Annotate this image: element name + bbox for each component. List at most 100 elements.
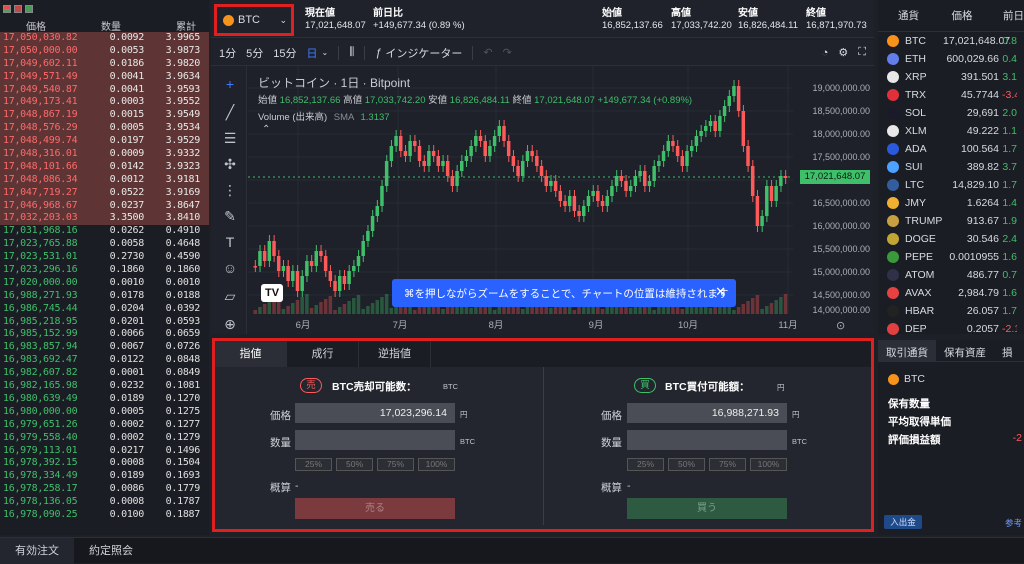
ask-row[interactable]: 17,048,576.29 0.0005 3.9534 bbox=[0, 122, 209, 136]
buy-pct-25[interactable]: 25% bbox=[627, 458, 664, 471]
settings-gear-icon[interactable]: ⚙ bbox=[838, 46, 848, 59]
sell-qty-input[interactable] bbox=[295, 430, 455, 450]
emoji-icon[interactable]: ☺ bbox=[222, 260, 238, 276]
ask-row[interactable]: 17,048,086.34 0.0012 3.9181 bbox=[0, 173, 209, 187]
ask-row[interactable]: 17,046,968.67 0.0237 3.8647 bbox=[0, 199, 209, 213]
coin-row-pepe[interactable]: PEPE 0.0010955 1.6 bbox=[878, 248, 1024, 266]
ask-row[interactable]: 17,049,540.87 0.0041 3.9593 bbox=[0, 83, 209, 97]
coin-row-atom[interactable]: ATOM 486.77 0.7 bbox=[878, 266, 1024, 284]
bid-row[interactable]: 16,978,334.49 0.0189 0.1693 bbox=[0, 470, 209, 483]
asks-view-icon[interactable] bbox=[14, 5, 22, 13]
ask-row[interactable]: 17,048,867.19 0.0015 3.9549 bbox=[0, 109, 209, 123]
indicator-button[interactable]: インジケーター bbox=[385, 45, 462, 61]
ask-row[interactable]: 17,050,030.82 0.0092 3.9965 bbox=[0, 32, 209, 45]
close-icon[interactable]: ✕ bbox=[715, 284, 726, 300]
tab-stop[interactable]: 逆指値 bbox=[359, 341, 431, 367]
snapshot-icon[interactable]: ◔ bbox=[822, 47, 829, 59]
bid-row[interactable]: 17,020,000.00 0.0010 0.0010 bbox=[0, 277, 209, 290]
sell-pct-100[interactable]: 100% bbox=[418, 458, 455, 471]
coin-row-hbar[interactable]: HBAR 26.057 1.7 bbox=[878, 302, 1024, 320]
bid-row[interactable]: 16,985,218.95 0.0201 0.0593 bbox=[0, 316, 209, 329]
sell-pct-25[interactable]: 25% bbox=[295, 458, 332, 471]
interval-chevron-icon[interactable]: ⌄ bbox=[322, 48, 329, 57]
coin-row-avax[interactable]: AVAX 2,984.79 1.6 bbox=[878, 284, 1024, 302]
ask-row[interactable]: 17,048,499.74 0.0197 3.9529 bbox=[0, 135, 209, 149]
reference-link[interactable]: 参考 bbox=[1005, 517, 1022, 529]
bid-row[interactable]: 16,983,692.47 0.0122 0.0848 bbox=[0, 354, 209, 367]
buy-qty-input[interactable] bbox=[627, 430, 787, 450]
tab-open-orders[interactable]: 有効注文 bbox=[0, 538, 74, 564]
sell-pct-50[interactable]: 50% bbox=[336, 458, 373, 471]
coin-row-trump[interactable]: TRUMP 913.67 1.9 bbox=[878, 212, 1024, 230]
bid-row[interactable]: 16,980,639.49 0.0189 0.1270 bbox=[0, 393, 209, 406]
pattern-icon[interactable]: ✣ bbox=[222, 156, 238, 172]
sell-price-input[interactable]: 17,023,296.14 bbox=[295, 403, 455, 423]
tab-market[interactable]: 成行 bbox=[287, 341, 359, 367]
tab-holdings[interactable]: 保有資産 bbox=[936, 340, 994, 361]
bid-row[interactable]: 17,031,968.16 0.0262 0.4910 bbox=[0, 225, 209, 238]
coin-row-eth[interactable]: ETH 600,029.66 0.4 bbox=[878, 50, 1024, 68]
buy-pct-75[interactable]: 75% bbox=[709, 458, 746, 471]
coin-row-sui[interactable]: SUI 389.82 3.7 bbox=[878, 158, 1024, 176]
coin-row-xrp[interactable]: XRP 391.501 3.1 bbox=[878, 68, 1024, 86]
interval-1m[interactable]: 1分 bbox=[219, 45, 236, 61]
zoom-in-icon[interactable]: ⊕ bbox=[222, 316, 238, 332]
redo-icon[interactable]: ↷ bbox=[503, 46, 512, 59]
bid-row[interactable]: 16,979,558.40 0.0002 0.1279 bbox=[0, 432, 209, 445]
measure-lines-icon[interactable]: ⋮ bbox=[222, 182, 238, 198]
undo-icon[interactable]: ↶ bbox=[483, 46, 492, 59]
coin-row-sol[interactable]: SOL 29,691 2.0 bbox=[878, 104, 1024, 122]
ask-row[interactable]: 17,049,173.41 0.0003 3.9552 bbox=[0, 96, 209, 110]
bid-row[interactable]: 16,978,136.05 0.0008 0.1787 bbox=[0, 496, 209, 509]
bid-row[interactable]: 16,978,258.17 0.0086 0.1779 bbox=[0, 483, 209, 496]
collapse-legend-icon[interactable]: ⌃ bbox=[262, 124, 270, 135]
fib-lines-icon[interactable]: ☰ bbox=[222, 130, 238, 146]
buy-pct-50[interactable]: 50% bbox=[668, 458, 705, 471]
indicator-icon[interactable]: ƒ bbox=[375, 47, 381, 59]
bid-row[interactable]: 16,982,607.82 0.0001 0.0849 bbox=[0, 367, 209, 380]
pair-selector[interactable]: BTC ⌄ bbox=[214, 4, 294, 36]
both-view-icon[interactable] bbox=[3, 5, 11, 13]
coin-row-doge[interactable]: DOGE 30.546 2.4 bbox=[878, 230, 1024, 248]
ask-row[interactable]: 17,050,000.00 0.0053 3.9873 bbox=[0, 44, 209, 58]
ask-row[interactable]: 17,048,316.01 0.0009 3.9332 bbox=[0, 148, 209, 161]
sell-button[interactable]: 売る bbox=[295, 498, 455, 519]
interval-5m[interactable]: 5分 bbox=[246, 45, 263, 61]
bid-row[interactable]: 16,982,165.98 0.0232 0.1081 bbox=[0, 380, 209, 393]
tab-executions[interactable]: 約定照会 bbox=[74, 538, 148, 564]
tab-pnl[interactable]: 損 bbox=[994, 340, 1021, 361]
ask-row[interactable]: 17,049,571.49 0.0041 3.9634 bbox=[0, 70, 209, 84]
bid-row[interactable]: 16,978,392.15 0.0008 0.1504 bbox=[0, 457, 209, 470]
trendline-icon[interactable]: ╱ bbox=[222, 104, 238, 120]
coin-row-btc[interactable]: BTC 17,021,648.07 0.8 bbox=[878, 32, 1024, 50]
ask-row[interactable]: 17,049,602.11 0.0186 3.9820 bbox=[0, 57, 209, 71]
sell-pct-75[interactable]: 75% bbox=[377, 458, 414, 471]
bid-row[interactable]: 16,988,271.93 0.0178 0.0188 bbox=[0, 290, 209, 303]
bid-row[interactable]: 16,983,857.94 0.0067 0.0726 bbox=[0, 341, 209, 354]
bid-row[interactable]: 16,980,000.00 0.0005 0.1275 bbox=[0, 406, 209, 419]
text-tool-icon[interactable]: T bbox=[222, 234, 238, 250]
bid-row[interactable]: 16,979,651.26 0.0002 0.1277 bbox=[0, 419, 209, 432]
ask-row[interactable]: 17,032,203.03 3.3500 3.8410 bbox=[0, 212, 209, 226]
coin-row-dep[interactable]: DEP 0.2057-2.1 bbox=[878, 320, 1024, 338]
ask-row[interactable]: 17,048,101.66 0.0142 3.9323 bbox=[0, 160, 209, 174]
candle-type-icon[interactable]: ⫼ bbox=[349, 46, 354, 59]
coin-row-xlm[interactable]: XLM 49.222 1.1 bbox=[878, 122, 1024, 140]
bid-row[interactable]: 17,023,765.88 0.0058 0.4648 bbox=[0, 238, 209, 251]
tab-limit[interactable]: 指値 bbox=[215, 341, 287, 367]
bid-row[interactable]: 16,986,745.44 0.0204 0.0392 bbox=[0, 303, 209, 316]
coin-row-trx[interactable]: TRX 45.7744-3.4 bbox=[878, 86, 1024, 104]
interval-15m[interactable]: 15分 bbox=[273, 45, 296, 61]
coin-row-jmy[interactable]: JMY 1.6264 1.4 bbox=[878, 194, 1024, 212]
bid-row[interactable]: 16,985,152.99 0.0066 0.0659 bbox=[0, 328, 209, 341]
fullscreen-icon[interactable]: ⛶ bbox=[858, 46, 866, 59]
deposit-withdraw-button[interactable]: 入出金 bbox=[884, 515, 922, 529]
interval-1d[interactable]: 日 bbox=[307, 45, 318, 61]
bids-view-icon[interactable] bbox=[25, 5, 33, 13]
buy-button[interactable]: 買う bbox=[627, 498, 787, 519]
bid-row[interactable]: 16,979,113.01 0.0217 0.1496 bbox=[0, 445, 209, 458]
crosshair-icon[interactable]: + bbox=[222, 76, 238, 92]
bid-row[interactable]: 17,023,296.16 0.1860 0.1860 bbox=[0, 264, 209, 277]
buy-price-input[interactable]: 16,988,271.93 bbox=[627, 403, 787, 423]
coin-row-ltc[interactable]: LTC 14,829.10 1.7 bbox=[878, 176, 1024, 194]
